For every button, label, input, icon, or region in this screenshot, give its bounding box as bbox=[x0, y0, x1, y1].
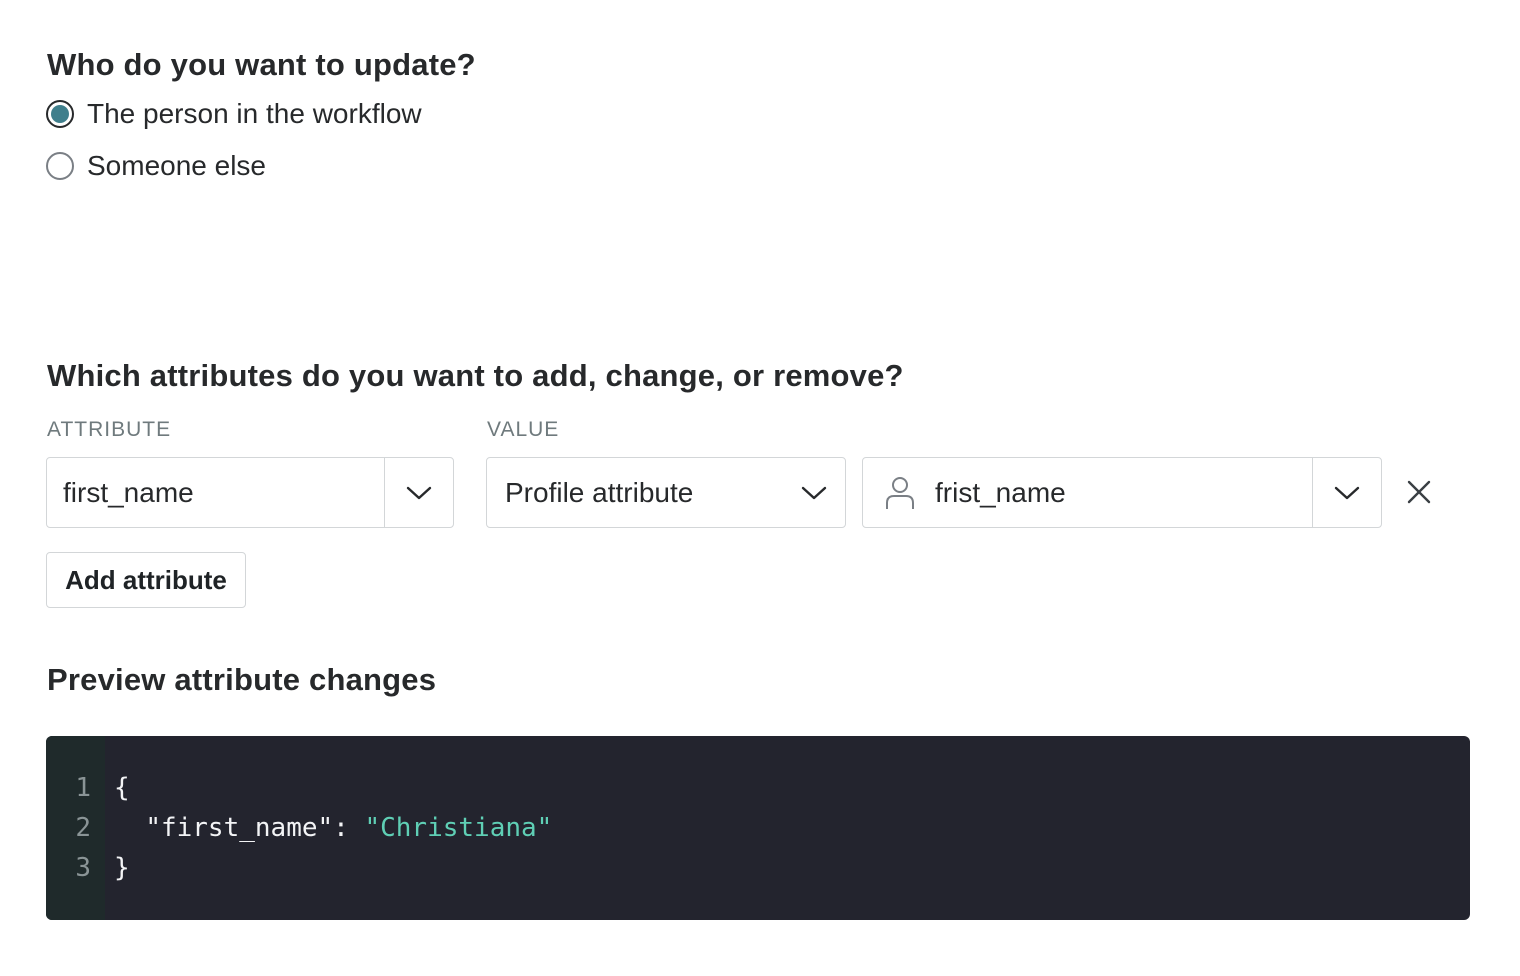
code-line: 2 "first_name": "Christiana" bbox=[46, 808, 552, 848]
code-line: 3 } bbox=[46, 848, 129, 888]
code-key: "first_name" bbox=[145, 813, 334, 843]
person-icon bbox=[885, 476, 915, 510]
attribute-select-value: first_name bbox=[63, 476, 194, 508]
code-text: { bbox=[114, 773, 130, 803]
radio-option-someone-else[interactable]: Someone else bbox=[46, 150, 267, 181]
chevron-down-icon bbox=[406, 486, 432, 499]
attribute-column-label: ATTRIBUTE bbox=[47, 418, 172, 441]
radio-label: Someone else bbox=[87, 150, 267, 181]
add-attribute-button[interactable]: Add attribute bbox=[46, 552, 246, 608]
preview-heading: Preview attribute changes bbox=[47, 662, 437, 697]
value-type-select[interactable]: Profile attribute bbox=[486, 457, 846, 528]
code-text: "first_name": "Christiana" bbox=[114, 813, 552, 843]
code-string-value: "Christiana" bbox=[364, 813, 553, 843]
radio-button-checked[interactable] bbox=[46, 100, 74, 128]
attribute-select[interactable]: first_name bbox=[46, 457, 454, 528]
radio-button[interactable] bbox=[46, 152, 74, 180]
who-to-update-heading: Who do you want to update? bbox=[47, 47, 476, 82]
code-separator: : bbox=[333, 813, 365, 843]
value-column-label: VALUE bbox=[487, 418, 560, 441]
line-number: 2 bbox=[75, 813, 91, 843]
profile-attribute-select-value: frist_name bbox=[935, 476, 1066, 508]
chevron-down-icon bbox=[1334, 486, 1360, 499]
value-type-dropdown-toggle[interactable] bbox=[783, 458, 845, 527]
code-line: 1 { bbox=[46, 768, 129, 808]
close-icon bbox=[1407, 480, 1431, 504]
profile-attribute-select[interactable]: frist_name bbox=[862, 457, 1382, 528]
profile-attribute-dropdown-toggle[interactable] bbox=[1312, 458, 1381, 527]
radio-option-person-in-workflow[interactable]: The person in the workflow bbox=[46, 98, 422, 129]
value-type-select-value: Profile attribute bbox=[505, 476, 694, 508]
code-preview: 1 { 2 "first_name": "Christiana" 3 } bbox=[46, 736, 1470, 920]
radio-label: The person in the workflow bbox=[87, 98, 422, 129]
code-text: } bbox=[114, 853, 130, 883]
remove-attribute-button[interactable] bbox=[1400, 473, 1438, 511]
chevron-down-icon bbox=[801, 486, 827, 499]
attributes-heading: Which attributes do you want to add, cha… bbox=[47, 358, 904, 393]
attribute-dropdown-toggle[interactable] bbox=[384, 458, 453, 527]
line-number: 3 bbox=[75, 853, 91, 883]
line-number: 1 bbox=[75, 773, 91, 803]
